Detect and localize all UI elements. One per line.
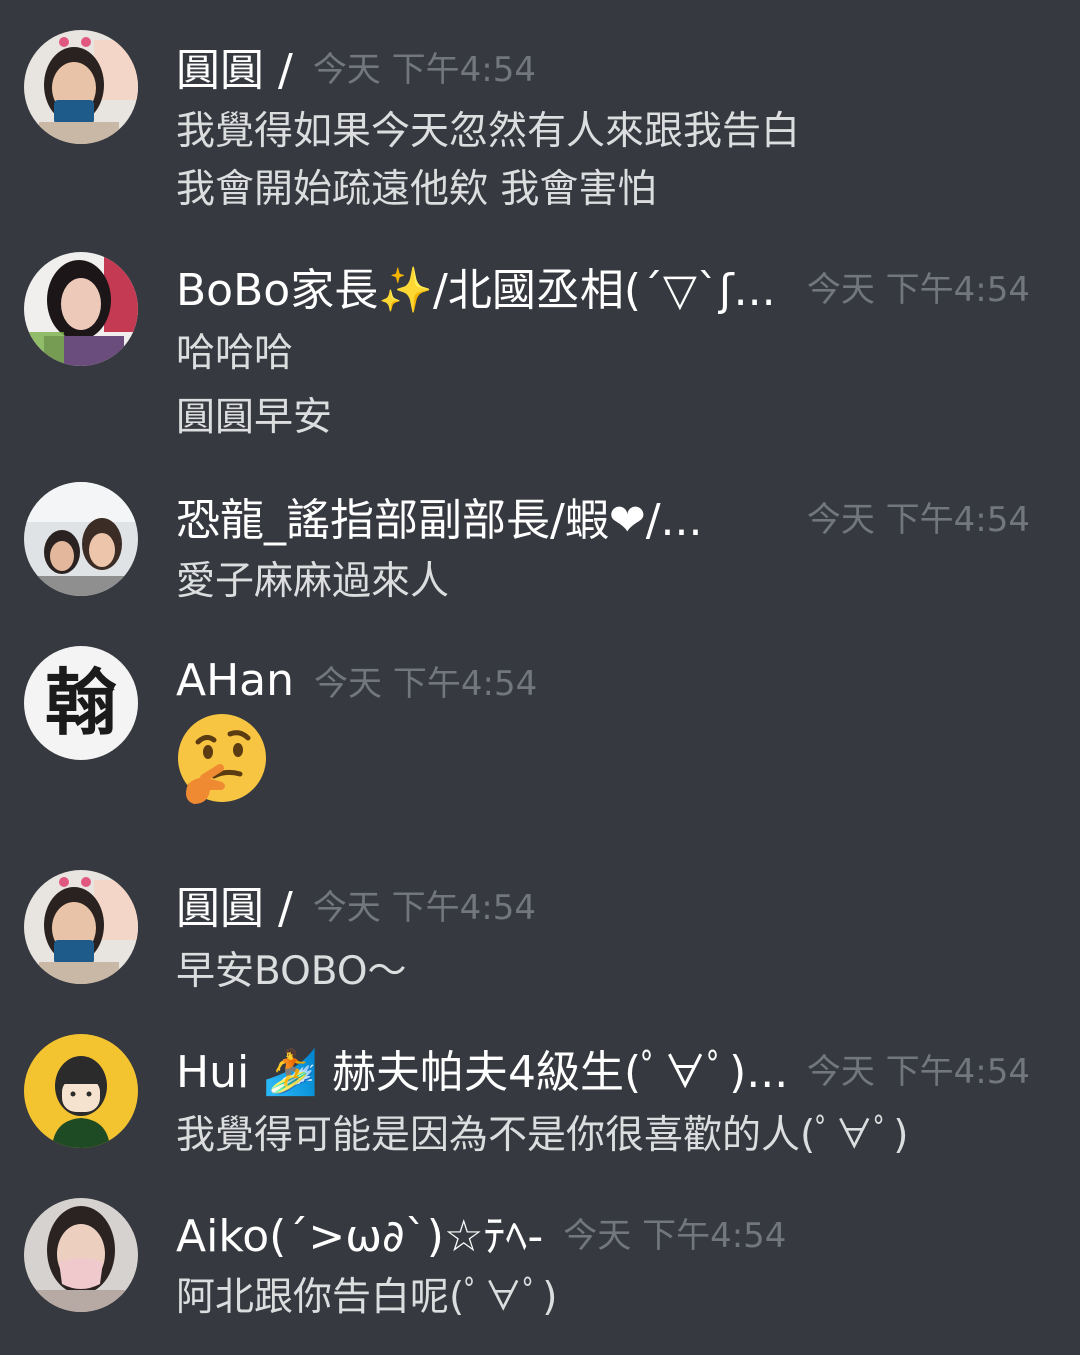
message-header: Aiko(´>ω∂`)☆ﾃﾍ- 今天 下午4:54 — [176, 1202, 1056, 1262]
message-text: 圓圓早安 — [176, 395, 333, 440]
user-photo-avatar-icon — [24, 252, 138, 366]
thinking-face-emoji — [174, 712, 270, 812]
avatar[interactable] — [24, 1198, 138, 1312]
message-text: 我覺得如果今天忽然有人來跟我告白 — [176, 109, 801, 154]
avatar[interactable] — [24, 252, 138, 366]
timestamp: 今天 下午4:54 — [312, 49, 536, 90]
avatar[interactable] — [24, 870, 138, 984]
message-text: 阿北跟你告白呢(ﾟ∀ﾟ) — [176, 1275, 558, 1320]
message-text: 我覺得可能是因為不是你很喜歡的人(ﾟ∀ﾟ) — [176, 1113, 909, 1158]
avatar[interactable]: 翰 — [24, 646, 138, 760]
author-name[interactable]: Aiko(´>ω∂`)☆ﾃﾍ- — [176, 1200, 543, 1264]
user-photo-avatar-icon — [24, 30, 138, 144]
message-text: 早安BOBO～ — [176, 949, 407, 994]
message-text: 我會開始疏遠他欸 我會害怕 — [176, 167, 657, 212]
author-name[interactable]: Hui 🏄 赫夫帕夫4級生(ﾟ∀ﾟ)... — [176, 1036, 788, 1100]
message-header: AHan 今天 下午4:54 — [176, 650, 1056, 710]
avatar[interactable] — [24, 482, 138, 596]
timestamp: 今天 下午4:54 — [806, 269, 1030, 310]
thinking-face-icon — [178, 714, 266, 804]
timestamp: 今天 下午4:54 — [312, 887, 536, 928]
message-header: 恐龍_謠指部副部長/蝦❤/... 今天 下午4:54 — [176, 486, 1056, 546]
avatar[interactable] — [24, 30, 138, 144]
message-text: 愛子麻麻過來人 — [176, 559, 450, 604]
author-name[interactable]: BoBo家長✨/北國丞相(´▽`ʃ... — [176, 254, 776, 318]
timestamp: 今天 下午4:54 — [314, 663, 538, 704]
author-name[interactable]: AHan — [176, 655, 294, 706]
timestamp: 今天 下午4:54 — [806, 1051, 1030, 1092]
message-header: 圓圓 / 今天 下午4:54 — [176, 36, 1056, 96]
author-name[interactable]: 圓圓 / — [176, 34, 293, 98]
avatar[interactable] — [24, 1034, 138, 1148]
message-text: 哈哈哈 — [176, 331, 294, 376]
message-header: BoBo家長✨/北國丞相(´▽`ʃ... 今天 下午4:54 — [176, 256, 1056, 316]
user-photo-avatar-icon — [24, 482, 138, 596]
timestamp: 今天 下午4:54 — [806, 499, 1030, 540]
message-header: 圓圓 / 今天 下午4:54 — [176, 874, 1056, 934]
message-header: Hui 🏄 赫夫帕夫4級生(ﾟ∀ﾟ)... 今天 下午4:54 — [176, 1038, 1056, 1098]
author-name[interactable]: 恐龍_謠指部副部長/蝦❤/... — [176, 484, 702, 548]
illustrated-avatar-icon — [24, 1034, 138, 1148]
avatar-text: 翰 — [44, 660, 117, 745]
user-photo-avatar-icon — [24, 1198, 138, 1312]
timestamp: 今天 下午4:54 — [563, 1215, 787, 1256]
author-name[interactable]: 圓圓 / — [176, 872, 293, 936]
user-photo-avatar-icon — [24, 870, 138, 984]
